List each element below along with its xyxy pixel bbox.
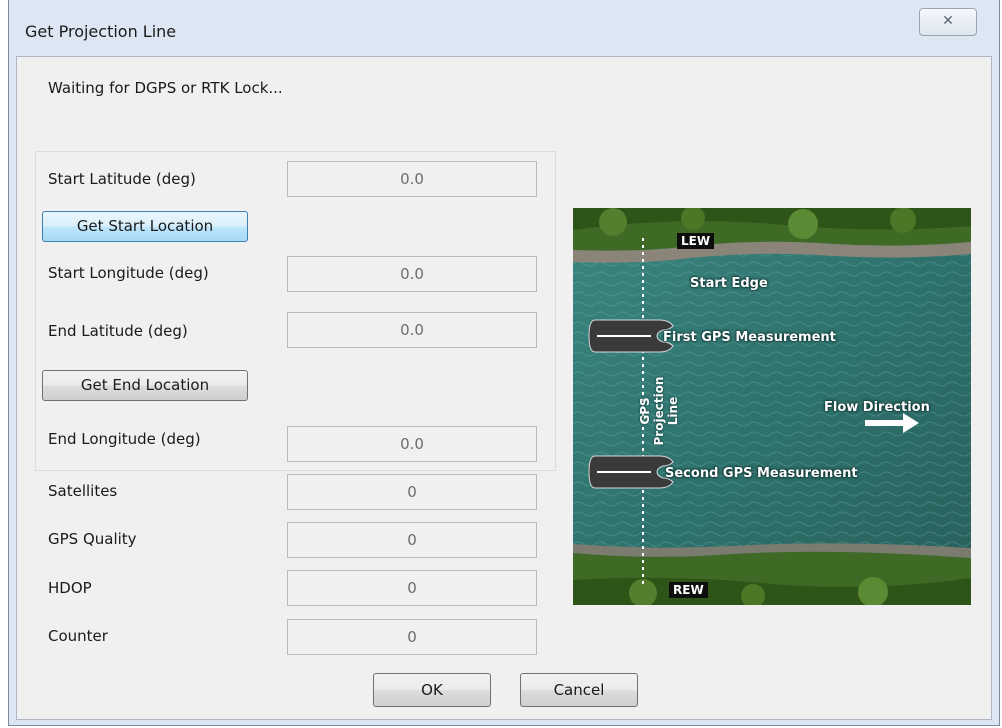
lew-label: LEW <box>677 233 715 249</box>
satellites-label: Satellites <box>48 482 118 500</box>
close-icon: ✕ <box>942 13 954 29</box>
cancel-button[interactable]: Cancel <box>520 673 638 707</box>
second-measurement-label: Second GPS Measurement <box>665 466 858 481</box>
get-end-location-button[interactable]: Get End Location <box>42 370 248 401</box>
start-latitude-field[interactable]: 0.0 <box>287 161 537 197</box>
projection-diagram: LEW REW Start Edge First GPS Measurement… <box>573 208 971 605</box>
satellites-field[interactable]: 0 <box>287 474 537 510</box>
hdop-field[interactable]: 0 <box>287 570 537 606</box>
dialog-content: Waiting for DGPS or RTK Lock... Start La… <box>16 56 992 720</box>
location-group <box>35 151 556 471</box>
gps-quality-field[interactable]: 0 <box>287 522 537 558</box>
hdop-label: HDOP <box>48 579 92 597</box>
counter-label: Counter <box>48 627 108 645</box>
start-longitude-field[interactable]: 0.0 <box>287 256 537 292</box>
end-latitude-label: End Latitude (deg) <box>48 322 188 340</box>
ok-button[interactable]: OK <box>373 673 491 707</box>
projection-line-text-2: Projection <box>652 376 666 446</box>
title-bar: Get Projection Line ✕ <box>9 0 999 55</box>
dialog-window: Get Projection Line ✕ Waiting for DGPS o… <box>8 0 1000 726</box>
end-longitude-field[interactable]: 0.0 <box>287 426 537 462</box>
get-start-location-button[interactable]: Get Start Location <box>42 211 248 242</box>
rew-label: REW <box>669 582 708 598</box>
status-text: Waiting for DGPS or RTK Lock... <box>48 79 283 97</box>
flow-direction-label: Flow Direction <box>824 400 930 415</box>
gps-quality-label: GPS Quality <box>48 530 137 548</box>
start-longitude-label: Start Longitude (deg) <box>48 264 209 282</box>
window-title: Get Projection Line <box>25 22 177 41</box>
end-longitude-label: End Longitude (deg) <box>48 430 201 448</box>
start-latitude-label: Start Latitude (deg) <box>48 170 196 188</box>
first-measurement-label: First GPS Measurement <box>663 330 836 345</box>
start-edge-label: Start Edge <box>690 276 768 291</box>
counter-field[interactable]: 0 <box>287 619 537 655</box>
gps-projection-line-label: GPS Projection Line <box>638 371 680 451</box>
projection-line-text-1: GPS <box>638 397 652 425</box>
end-latitude-field[interactable]: 0.0 <box>287 312 537 348</box>
close-button[interactable]: ✕ <box>919 8 977 36</box>
projection-line-text-3: Line <box>666 396 680 426</box>
